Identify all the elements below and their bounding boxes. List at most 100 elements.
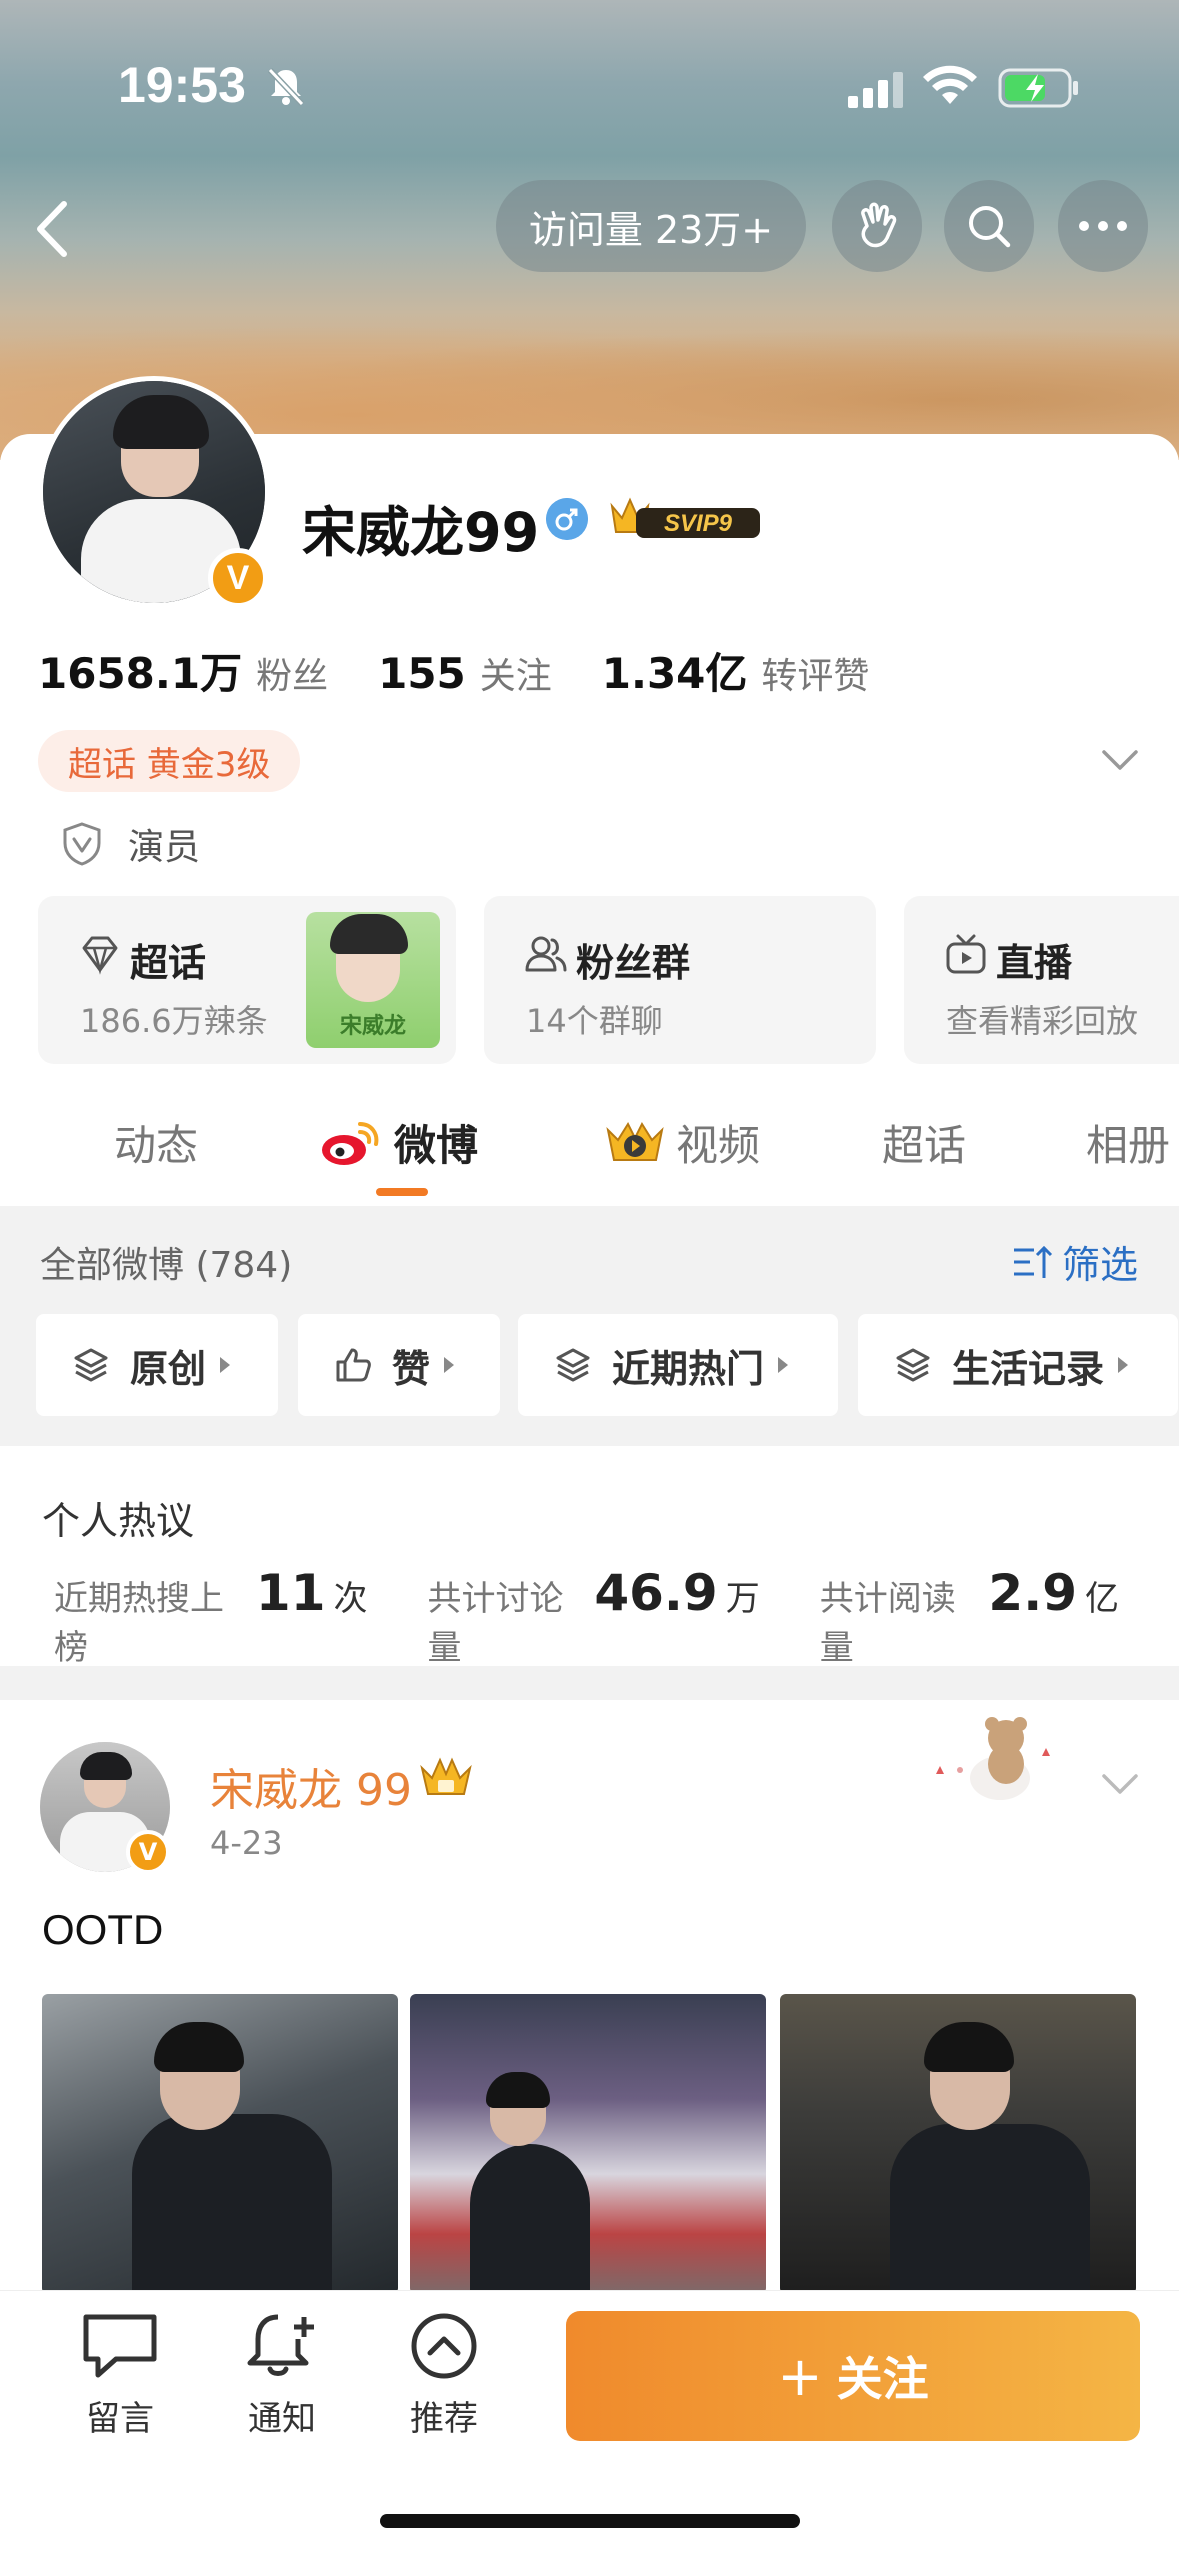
chip-arrow-icon bbox=[778, 1357, 789, 1373]
tv-icon bbox=[946, 934, 986, 974]
filter-label: 筛选 bbox=[1062, 1243, 1139, 1287]
filter-chips: 原创 赞 近期热门 生活记录 bbox=[36, 1314, 1179, 1418]
occupation-row: 演员 bbox=[60, 818, 200, 870]
male-gender-icon bbox=[546, 498, 588, 540]
post-author-name[interactable]: 宋威龙 99 bbox=[210, 1754, 412, 1818]
chip-original[interactable]: 原创 bbox=[36, 1314, 278, 1416]
follow-plus-icon: + bbox=[777, 2344, 823, 2408]
more-options-button[interactable] bbox=[1058, 180, 1148, 272]
tile-super-topic[interactable]: 超话 186.6万辣条 宋威龙 bbox=[38, 896, 456, 1064]
super-topic-thumbnail-text: 宋威龙 bbox=[339, 1014, 406, 1039]
filter-sort-icon bbox=[1014, 1245, 1053, 1278]
battery-charging-icon bbox=[998, 68, 1078, 108]
tile-fan-group[interactable]: 粉丝群 14个群聊 bbox=[484, 896, 876, 1064]
diamond-icon bbox=[82, 936, 118, 975]
recommend-label: 推荐 bbox=[410, 2399, 478, 2439]
more-dots-icon bbox=[1079, 221, 1127, 231]
message-label: 留言 bbox=[86, 2399, 154, 2439]
read-count-value: 2.9 bbox=[988, 1564, 1077, 1622]
tab-feed[interactable]: 动态 bbox=[114, 1112, 198, 1173]
visit-count-pill[interactable]: 访问量 23万+ bbox=[496, 180, 806, 272]
engagement-count: 1.34亿 bbox=[601, 649, 748, 698]
follow-button[interactable]: + 关注 bbox=[566, 2311, 1140, 2441]
all-posts-count: 全部微博 (784) bbox=[40, 1245, 293, 1286]
search-button[interactable] bbox=[944, 180, 1034, 272]
occupation-label: 演员 bbox=[128, 827, 201, 868]
tab-video[interactable]: 视频 bbox=[604, 1112, 760, 1173]
post-photo-1[interactable] bbox=[42, 1994, 398, 2290]
expand-profile-chevron-icon[interactable] bbox=[1098, 740, 1142, 780]
engagement-stat[interactable]: 1.34亿 转评赞 bbox=[602, 640, 870, 701]
personal-hot-discussion[interactable]: 个人热议 近期热搜上榜 11 次 共计讨论量 46.9 万 共计阅读量 2.9 … bbox=[0, 1446, 1179, 1669]
crown-icon bbox=[420, 1757, 472, 1795]
chip-liked-label: 赞 bbox=[392, 1346, 431, 1391]
tile-super-topic-title: 超话 bbox=[130, 941, 207, 985]
tab-super-topic[interactable]: 超话 bbox=[882, 1112, 966, 1173]
bell-plus-icon bbox=[247, 2314, 314, 2376]
weibo-icon bbox=[322, 1121, 379, 1165]
recommend-icon bbox=[411, 2313, 477, 2379]
chip-life-record[interactable]: 生活记录 bbox=[858, 1314, 1178, 1416]
super-topic-level-label: 超话 黄金3级 bbox=[68, 744, 271, 785]
super-topic-thumbnail: 宋威龙 bbox=[306, 912, 440, 1048]
status-time: 19:53 bbox=[118, 57, 246, 113]
feature-tiles: 超话 186.6万辣条 宋威龙 粉丝群 14个群聊 直播 查看精彩回放 bbox=[38, 896, 1179, 1066]
tile-fan-group-subtitle: 14个群聊 bbox=[526, 1002, 663, 1040]
read-count-stat: 共计阅读量 2.9 亿 bbox=[820, 1564, 1119, 1669]
chip-liked[interactable]: 赞 bbox=[298, 1314, 500, 1416]
filter-button[interactable]: 筛选 bbox=[1010, 1234, 1138, 1289]
verified-badge: V bbox=[208, 548, 268, 608]
video-icon bbox=[606, 1121, 664, 1161]
home-indicator[interactable] bbox=[380, 2514, 800, 2528]
profile-stats: 1658.1万 粉丝 155 关注 1.34亿 转评赞 bbox=[38, 640, 919, 701]
chip-arrow-icon bbox=[220, 1357, 231, 1373]
engagement-label: 转评赞 bbox=[761, 656, 870, 697]
following-stat[interactable]: 155 关注 bbox=[378, 647, 552, 699]
svip-badge[interactable]: SVIP9 bbox=[606, 492, 766, 548]
hot-discussion-title: 个人热议 bbox=[42, 1499, 195, 1543]
following-count: 155 bbox=[378, 649, 466, 698]
chip-recent-hot[interactable]: 近期热门 bbox=[518, 1314, 838, 1416]
read-count-unit: 亿 bbox=[1085, 1579, 1119, 1619]
visit-count-label: 访问量 23万+ bbox=[528, 207, 774, 252]
tab-weibo[interactable]: 微博 bbox=[320, 1112, 478, 1173]
chip-arrow-icon bbox=[1118, 1357, 1129, 1373]
notify-button[interactable]: 通知 bbox=[222, 2311, 342, 2440]
tile-live-subtitle: 查看精彩回放 bbox=[946, 1002, 1139, 1040]
post-text: OOTD bbox=[42, 1906, 164, 1953]
hot-search-label: 近期热搜上榜 bbox=[54, 1579, 224, 1668]
post-options-chevron-icon[interactable] bbox=[1098, 1764, 1142, 1804]
poke-button[interactable] bbox=[832, 180, 922, 272]
discussion-count-label: 共计讨论量 bbox=[427, 1579, 564, 1668]
chip-recent-hot-label: 近期热门 bbox=[612, 1346, 765, 1391]
thumbs-up-icon bbox=[336, 1348, 371, 1382]
tile-live-title: 直播 bbox=[996, 941, 1073, 985]
cellular-signal-icon bbox=[848, 72, 903, 108]
post-card[interactable]: V 宋威龙 99 4-23 OOTD bbox=[0, 1700, 1179, 2290]
followers-stat[interactable]: 1658.1万 粉丝 bbox=[38, 640, 328, 701]
tile-live[interactable]: 直播 查看精彩回放 bbox=[904, 896, 1179, 1064]
message-button[interactable]: 留言 bbox=[60, 2311, 180, 2440]
layers-icon bbox=[74, 1348, 108, 1382]
super-topic-level-badge[interactable]: 超话 黄金3级 bbox=[38, 730, 301, 792]
tile-super-topic-subtitle: 186.6万辣条 bbox=[80, 1002, 268, 1040]
following-label: 关注 bbox=[479, 656, 552, 697]
post-photo-3[interactable] bbox=[780, 1994, 1136, 2290]
back-button[interactable] bbox=[28, 194, 78, 264]
message-icon bbox=[83, 2314, 157, 2378]
tab-video-label: 视频 bbox=[676, 1121, 761, 1170]
tab-feed-label: 动态 bbox=[114, 1121, 199, 1170]
search-icon bbox=[969, 206, 1011, 248]
follow-label: 关注 bbox=[836, 2352, 929, 2406]
hot-discussion-stats: 近期热搜上榜 11 次 共计讨论量 46.9 万 共计阅读量 2.9 亿 bbox=[54, 1564, 1179, 1669]
tab-album-label: 相册 bbox=[1086, 1121, 1171, 1170]
tile-fan-group-title: 粉丝群 bbox=[576, 941, 691, 985]
post-photo-2[interactable] bbox=[410, 1994, 766, 2290]
recommend-button[interactable]: 推荐 bbox=[384, 2311, 504, 2440]
read-count-label: 共计阅读量 bbox=[819, 1579, 956, 1668]
layers-icon bbox=[556, 1348, 590, 1382]
tab-album[interactable]: 相册 bbox=[1086, 1112, 1170, 1173]
followers-count: 1658.1万 bbox=[38, 649, 243, 698]
status-bar: 19:53 bbox=[0, 0, 1179, 170]
post-date: 4-23 bbox=[210, 1824, 283, 1862]
